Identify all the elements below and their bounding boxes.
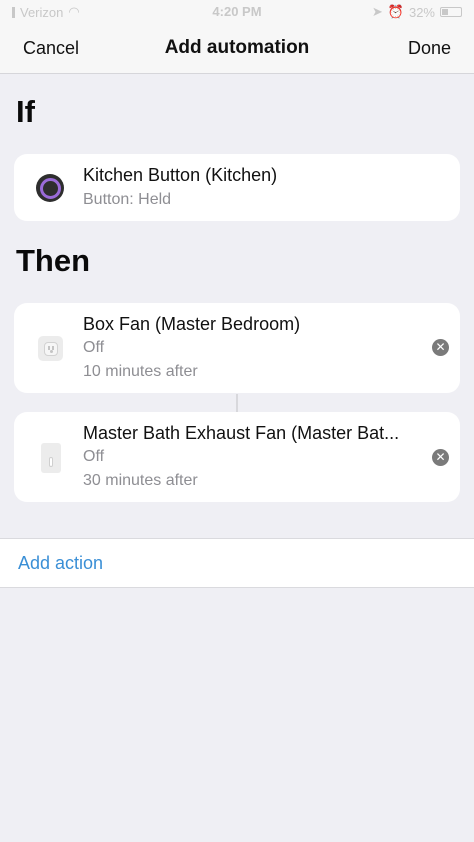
status-bar: Verizon ◠ 4:20 PM ➤ ⏰ 32%	[0, 0, 474, 22]
battery-icon	[440, 7, 462, 17]
outlet-icon	[38, 336, 63, 361]
done-button[interactable]: Done	[408, 38, 451, 59]
action-state: Off	[83, 448, 105, 465]
action-title: Box Fan (Master Bedroom)	[83, 314, 301, 334]
page-title: Add automation	[164, 37, 310, 58]
alarm-icon: ⏰	[387, 4, 404, 19]
then-heading: Then	[16, 243, 91, 278]
trigger-card[interactable]: Kitchen Button (Kitchen) Button: Held	[14, 154, 460, 221]
trigger-subtitle: Button: Held	[83, 191, 172, 208]
action-card-box-fan[interactable]: Box Fan (Master Bedroom) Off 10 minutes …	[14, 303, 460, 393]
action-delay: 10 minutes after	[83, 363, 198, 380]
action-card-exhaust-fan[interactable]: Master Bath Exhaust Fan (Master Bat... O…	[14, 412, 460, 502]
remove-action-icon[interactable]: ✕	[432, 339, 449, 356]
status-right: ➤ ⏰ 32%	[372, 4, 462, 20]
nav-bar: Cancel Add automation Done	[0, 22, 474, 74]
add-action-row[interactable]: Add action	[0, 538, 474, 588]
switch-icon	[41, 443, 61, 473]
location-icon: ➤	[371, 4, 383, 19]
remove-action-icon[interactable]: ✕	[432, 449, 449, 466]
trigger-title: Kitchen Button (Kitchen)	[83, 165, 278, 185]
if-heading: If	[16, 94, 35, 129]
add-action-button[interactable]: Add action	[18, 553, 103, 574]
button-icon	[36, 174, 64, 202]
action-title: Master Bath Exhaust Fan (Master Bat...	[83, 423, 400, 443]
action-state: Off	[83, 339, 105, 356]
action-delay: 30 minutes after	[83, 472, 198, 489]
action-connector	[236, 394, 238, 412]
battery-percent: 32%	[408, 4, 435, 20]
